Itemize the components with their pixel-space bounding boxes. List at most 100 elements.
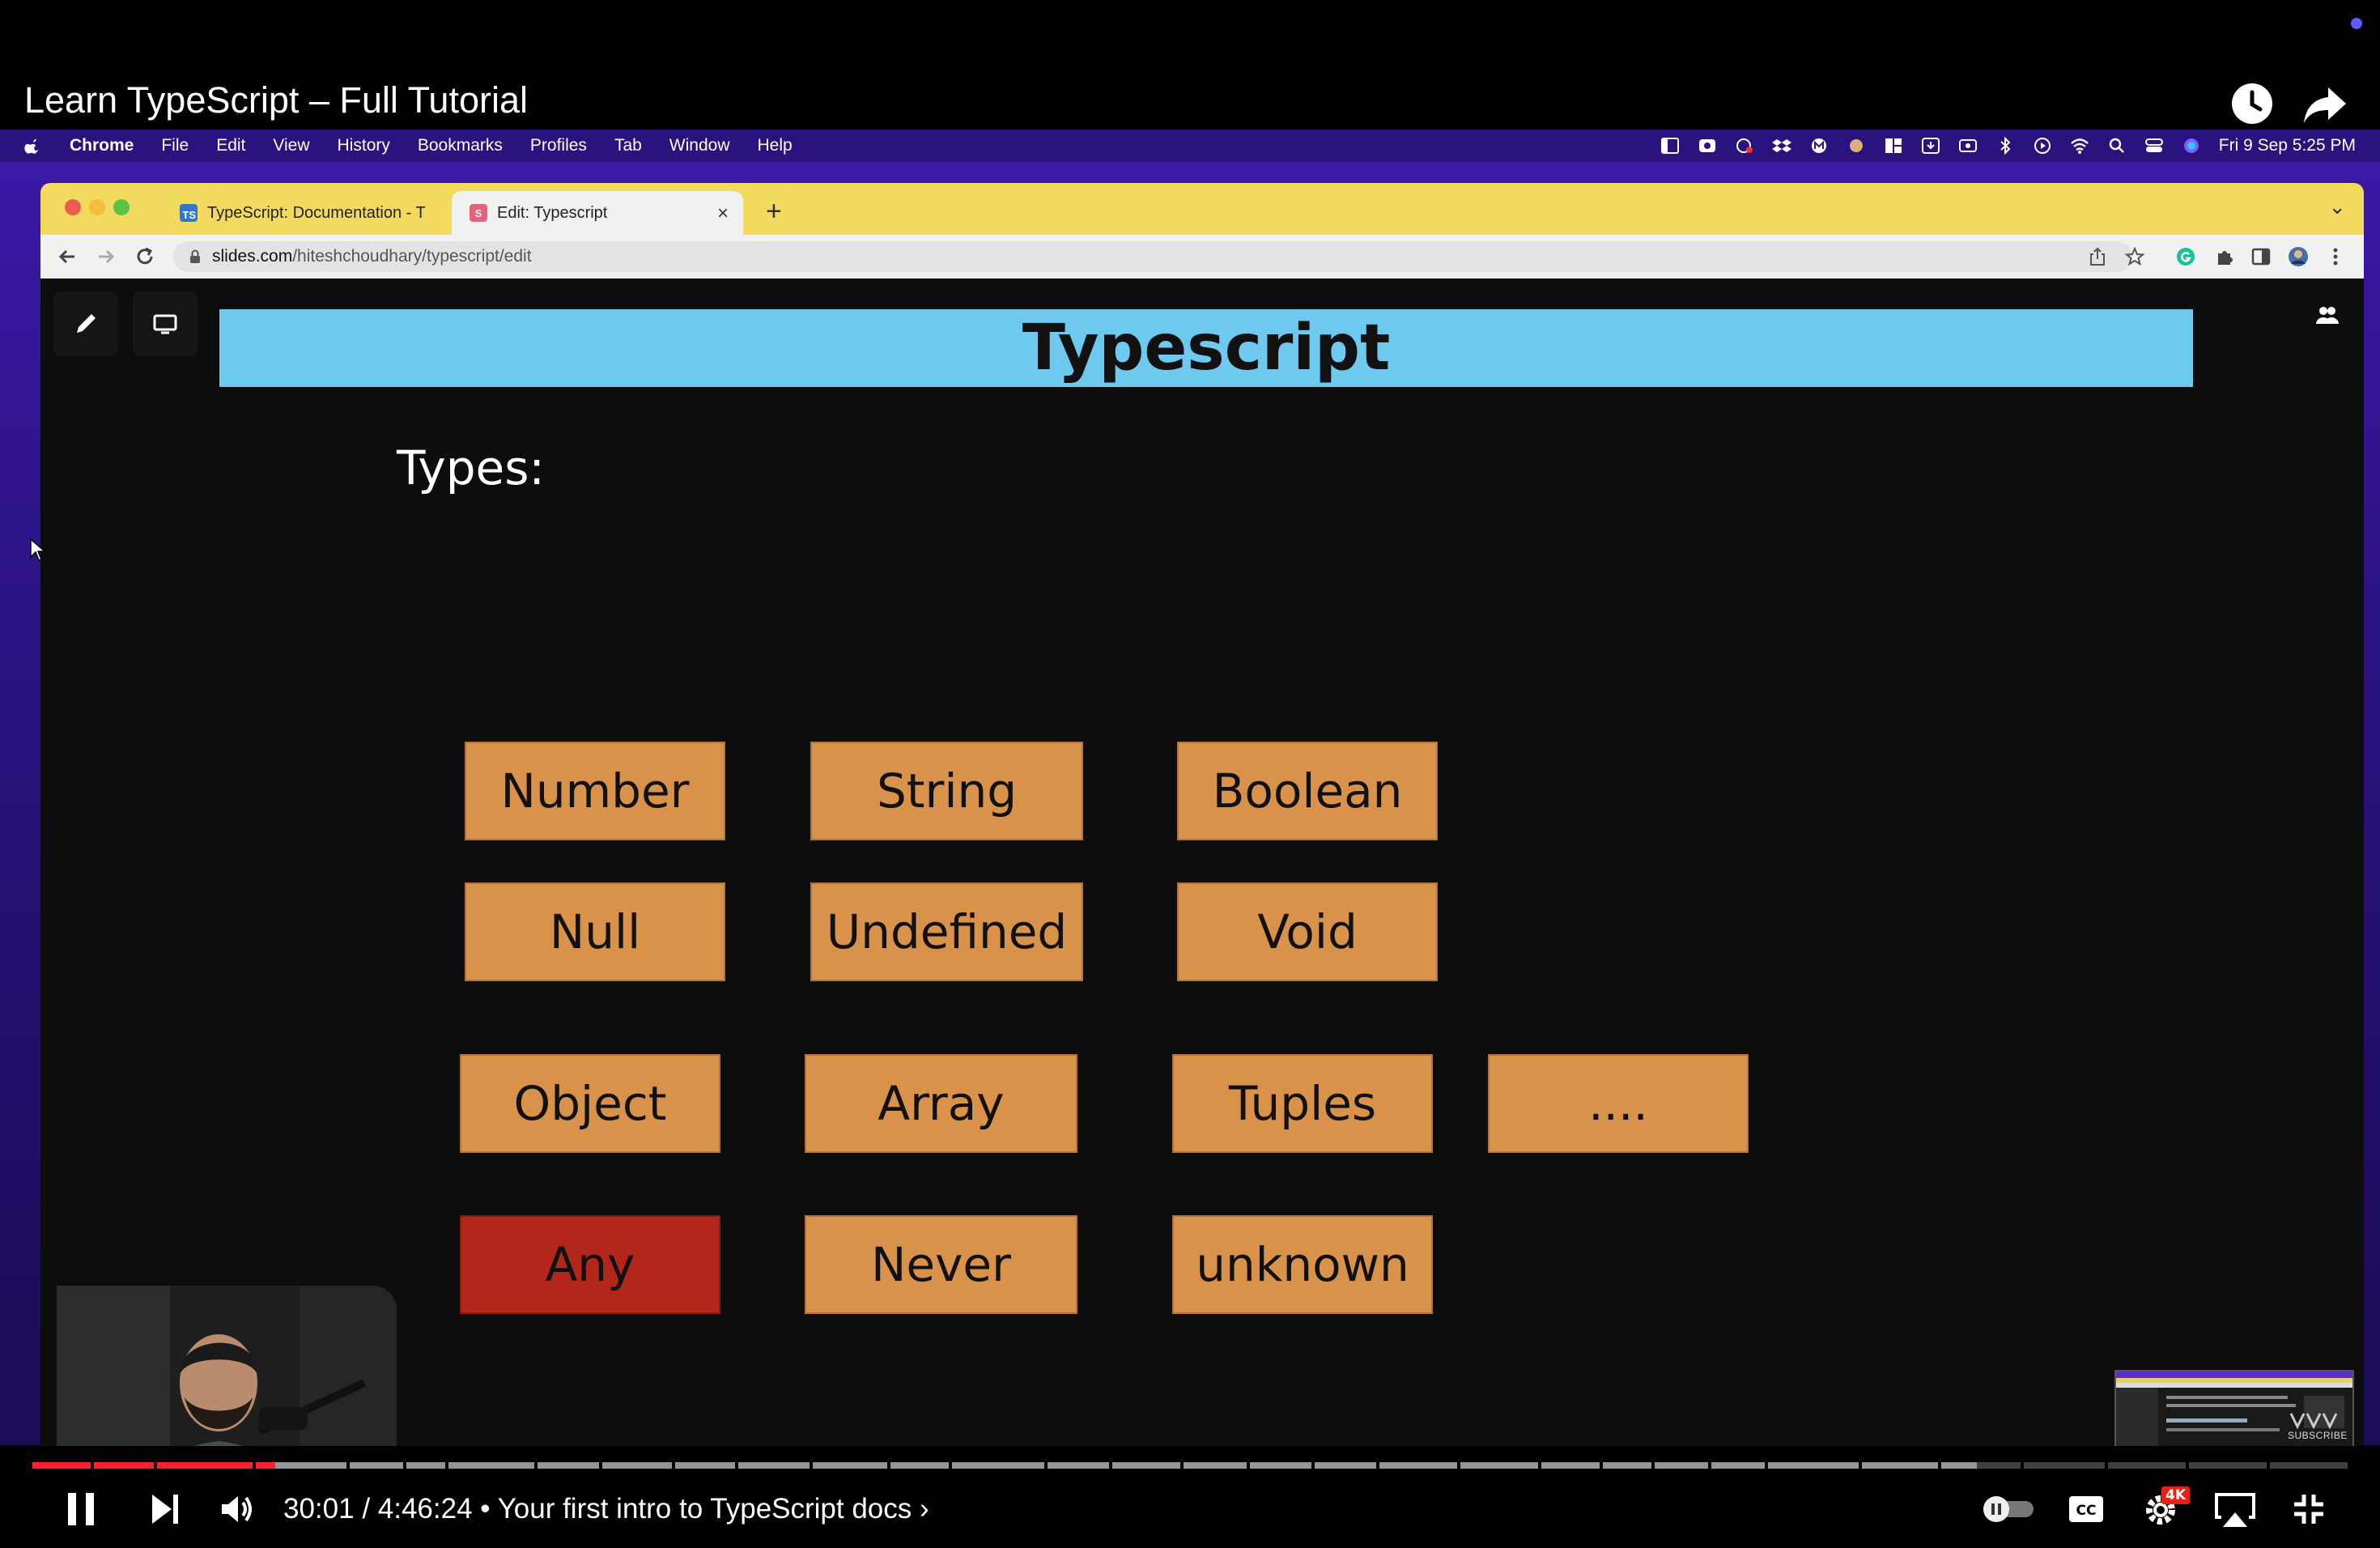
bluetooth-icon[interactable] [1995,137,2015,155]
chapter-gap [672,1462,675,1469]
menu-window[interactable]: Window [669,136,730,155]
amber-dot-icon[interactable] [1847,137,1866,155]
menu-app-name[interactable]: Chrome [70,136,134,155]
lock-icon[interactable] [189,249,201,264]
play-circle-icon[interactable] [2033,137,2052,155]
watch-later-icon[interactable] [2228,79,2276,128]
present-mode-button[interactable] [133,291,198,356]
type-box-tuples[interactable]: Tuples [1172,1054,1433,1153]
tab-edit-typescript[interactable]: S Edit: Typescript × [452,191,743,235]
menu-profiles[interactable]: Profiles [530,136,587,155]
dropbox-icon[interactable] [1771,137,1791,155]
total-time: 4:46:24 [377,1493,473,1525]
collaborators-icon[interactable] [2315,303,2340,327]
close-tab-icon[interactable]: × [717,202,729,225]
autoplay-toggle[interactable] [1980,1495,2037,1524]
wifi-icon[interactable] [2070,137,2089,155]
forward-arrow-icon[interactable] [94,245,118,269]
menu-history[interactable]: History [338,136,390,155]
apple-icon[interactable] [24,137,42,155]
chapter-gap [1938,1462,1941,1469]
profile-avatar[interactable] [2288,246,2309,267]
chapter-gap [2186,1462,2189,1469]
type-box-string[interactable]: String [810,742,1083,840]
address-bar[interactable]: slides.com/hiteshchoudhary/typescript/ed… [173,241,2132,272]
tab-typescript-docs[interactable]: TS TypeScript: Documentation - T × [162,191,486,235]
video-progress-bar[interactable] [32,1462,2348,1469]
chapter-gap [403,1462,406,1469]
menu-view[interactable]: View [273,136,309,155]
chapter-gap [253,1462,256,1469]
chrome-window: TS TypeScript: Documentation - T × S Edi… [40,183,2364,1446]
subscribe-label[interactable]: SUBSCRIBE [2288,1430,2348,1441]
chrome-menu-icon[interactable] [2325,246,2346,267]
type-box-any[interactable]: Any [460,1215,720,1314]
chapter-gap [1180,1462,1184,1469]
spotlight-search-icon[interactable] [2107,137,2127,155]
tab-search-chevron-icon[interactable]: ⌄ [2328,194,2346,219]
layout-icon[interactable] [1884,137,1903,155]
screen-record-icon[interactable] [1958,137,1978,155]
chapter-gap [2021,1462,2024,1469]
menu-edit[interactable]: Edit [216,136,245,155]
pencil-icon [77,314,96,333]
share-icon[interactable] [2301,79,2349,128]
type-box-number[interactable]: Number [465,742,725,840]
recording-icon[interactable] [1735,137,1754,155]
volume-icon[interactable] [219,1490,257,1529]
slide-title-banner[interactable]: Typescript [219,309,2193,387]
minimize-window-button[interactable] [89,199,105,215]
progress-buffered [32,1462,1978,1469]
quality-badge: 4K [2161,1486,2191,1504]
menu-help[interactable]: Help [758,136,793,155]
chapter-gap [1311,1462,1315,1469]
types-heading[interactable]: Types: [397,440,545,495]
menu-bar-clock[interactable]: Fri 9 Sep 5:25 PM [2219,136,2356,155]
video-player[interactable]: { "video": { "title": "Learn TypeScript … [0,0,2380,1548]
new-tab-button[interactable]: + [766,196,782,228]
side-panel-icon[interactable] [2250,246,2272,267]
status-dot [2351,18,2362,29]
edit-mode-button[interactable] [53,291,118,356]
type-box-unknown[interactable]: unknown [1172,1215,1433,1314]
back-arrow-icon[interactable] [55,245,79,269]
type-box-array[interactable]: Array [805,1054,1077,1153]
camera-app-icon[interactable] [1698,137,1717,155]
menu-tab[interactable]: Tab [614,136,642,155]
chapter-title[interactable]: Your first intro to TypeScript docs [498,1493,912,1525]
grammarly-extension-icon[interactable] [2175,246,2196,267]
exit-fullscreen-icon[interactable] [2291,1491,2327,1527]
type-box-null[interactable]: Null [465,882,725,981]
type-box-boolean[interactable]: Boolean [1177,742,1438,840]
sidebar-icon[interactable] [1660,137,1680,155]
pause-icon[interactable] [63,1490,99,1529]
monitor-icon [153,314,177,334]
chapter-gap [534,1462,538,1469]
type-box-more[interactable]: .... [1488,1054,1749,1153]
reload-icon[interactable] [133,245,157,269]
video-title: Learn TypeScript – Full Tutorial [24,79,528,121]
next-video-icon[interactable] [149,1490,181,1529]
download-icon[interactable] [1921,137,1940,155]
siri-icon[interactable] [2182,137,2201,155]
share-page-icon[interactable] [2087,246,2108,267]
menu-file[interactable]: File [161,136,189,155]
slide-title: Typescript [1022,312,1391,385]
bookmark-star-icon[interactable] [2124,246,2145,267]
tab-strip: TS TypeScript: Documentation - T × S Edi… [40,183,2364,235]
captions-icon[interactable]: CC [2068,1493,2105,1525]
type-box-object[interactable]: Object [460,1054,720,1153]
chapter-gap [1708,1462,1711,1469]
type-box-never[interactable]: Never [805,1215,1077,1314]
chapter-gap [2105,1462,2108,1469]
extensions-puzzle-icon[interactable] [2214,246,2235,267]
control-center-icon[interactable] [2144,137,2164,155]
airplay-icon[interactable] [2213,1491,2257,1530]
maximize-window-button[interactable] [113,199,130,215]
type-box-void[interactable]: Void [1177,882,1438,981]
mail-app-icon[interactable] [1809,137,1829,155]
menu-bookmarks[interactable]: Bookmarks [418,136,503,155]
close-window-button[interactable] [65,199,81,215]
type-box-undefined[interactable]: Undefined [810,882,1083,981]
browser-toolbar: slides.com/hiteshchoudhary/typescript/ed… [40,235,2364,279]
